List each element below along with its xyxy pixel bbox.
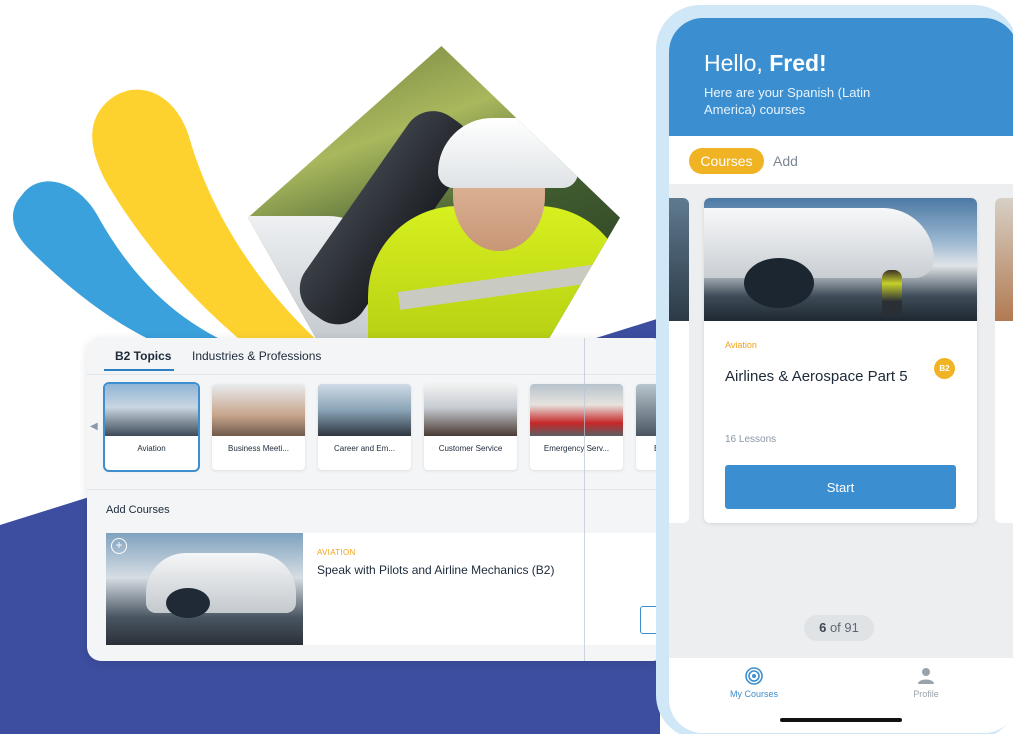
engine-shape (744, 258, 814, 308)
topic-card-aviation[interactable]: Aviation (103, 382, 200, 472)
page-indicator: 6 of 91 (804, 615, 874, 641)
level-badge: B2 (934, 358, 955, 379)
next-course-card[interactable] (995, 198, 1013, 523)
topic-label: Business Meeti... (228, 444, 289, 453)
course-card: Aviation Airlines & Aerospace Part 5 B2 … (704, 198, 977, 523)
start-button[interactable]: Start (725, 465, 956, 509)
course-category: AVIATION (317, 548, 356, 557)
topic-tabs: B2 Topics Industries & Professions (87, 338, 667, 374)
course-card-image (704, 198, 977, 321)
segment-courses[interactable]: Courses (689, 148, 764, 174)
tab-industries-professions[interactable]: Industries & Professions (192, 349, 321, 363)
course-thumbnail: + (106, 533, 303, 645)
user-name: Fred! (769, 50, 827, 76)
greeting-word: Hello, (704, 50, 763, 76)
topic-card-emergency-services[interactable]: Emergency Serv... (530, 384, 623, 470)
course-title: Speak with Pilots and Airline Mechanics … (317, 563, 555, 577)
topic-thumbnail (424, 384, 517, 436)
pager-current: 6 (819, 620, 827, 635)
aircraft-shape (704, 208, 934, 278)
topic-label: Emergency Serv... (543, 444, 610, 453)
phone-screen: Hello, Fred! Here are your Spanish (Lati… (669, 18, 1013, 733)
topic-label: Customer Service (438, 444, 503, 453)
section-divider (87, 489, 667, 490)
topic-card-career[interactable]: Career and Em... (318, 384, 411, 470)
plus-circle-icon[interactable]: + (111, 538, 127, 554)
topic-label: Aviation (137, 444, 166, 453)
tab-b2-topics[interactable]: B2 Topics (115, 349, 171, 363)
tab-label: Profile (913, 689, 939, 699)
pager-total: 91 (844, 620, 859, 635)
active-tab-indicator (104, 369, 174, 371)
tab-separator (87, 374, 667, 375)
lesson-count: 16 Lessons (725, 434, 777, 445)
guide-line (584, 338, 585, 661)
segment-add[interactable]: Add (773, 148, 798, 174)
tab-label: My Courses (729, 689, 778, 699)
chevron-left-icon[interactable]: ◀ (90, 421, 98, 432)
topic-card-business-meetings[interactable]: Business Meeti... (212, 384, 305, 470)
topic-thumbnail (212, 384, 305, 436)
card-category: Aviation (725, 340, 757, 350)
greeting-header: Hello, Fred! Here are your Spanish (Lati… (669, 18, 1013, 136)
engine-shape (166, 588, 210, 618)
previous-course-card[interactable] (669, 198, 689, 523)
person-icon (918, 668, 934, 684)
home-indicator[interactable] (780, 718, 902, 722)
tab-profile[interactable]: Profile (881, 667, 971, 699)
target-icon (745, 667, 763, 685)
segment-control: Courses Add (669, 136, 1013, 184)
pager-separator: of (829, 620, 841, 635)
tablet-panel: B2 Topics Industries & Professions ◀ Avi… (87, 338, 667, 661)
course-list-item: + AVIATION Speak with Pilots and Airline… (106, 533, 667, 645)
topic-thumbnail (105, 384, 198, 436)
courses-subtitle: Here are your Spanish (Latin America) co… (704, 85, 871, 117)
topic-thumbnail (318, 384, 411, 436)
tab-my-courses[interactable]: My Courses (709, 667, 799, 699)
phone-frame: Hello, Fred! Here are your Spanish (Lati… (656, 5, 1013, 734)
topic-label: Career and Em... (334, 444, 395, 453)
add-courses-heading: Add Courses (106, 504, 170, 516)
greeting-text: Hello, Fred! (704, 50, 827, 77)
topic-card-customer-service[interactable]: Customer Service (424, 384, 517, 470)
worker-figure (882, 270, 902, 315)
topic-thumbnail (530, 384, 623, 436)
card-title: Airlines & Aerospace Part 5 (725, 368, 908, 385)
